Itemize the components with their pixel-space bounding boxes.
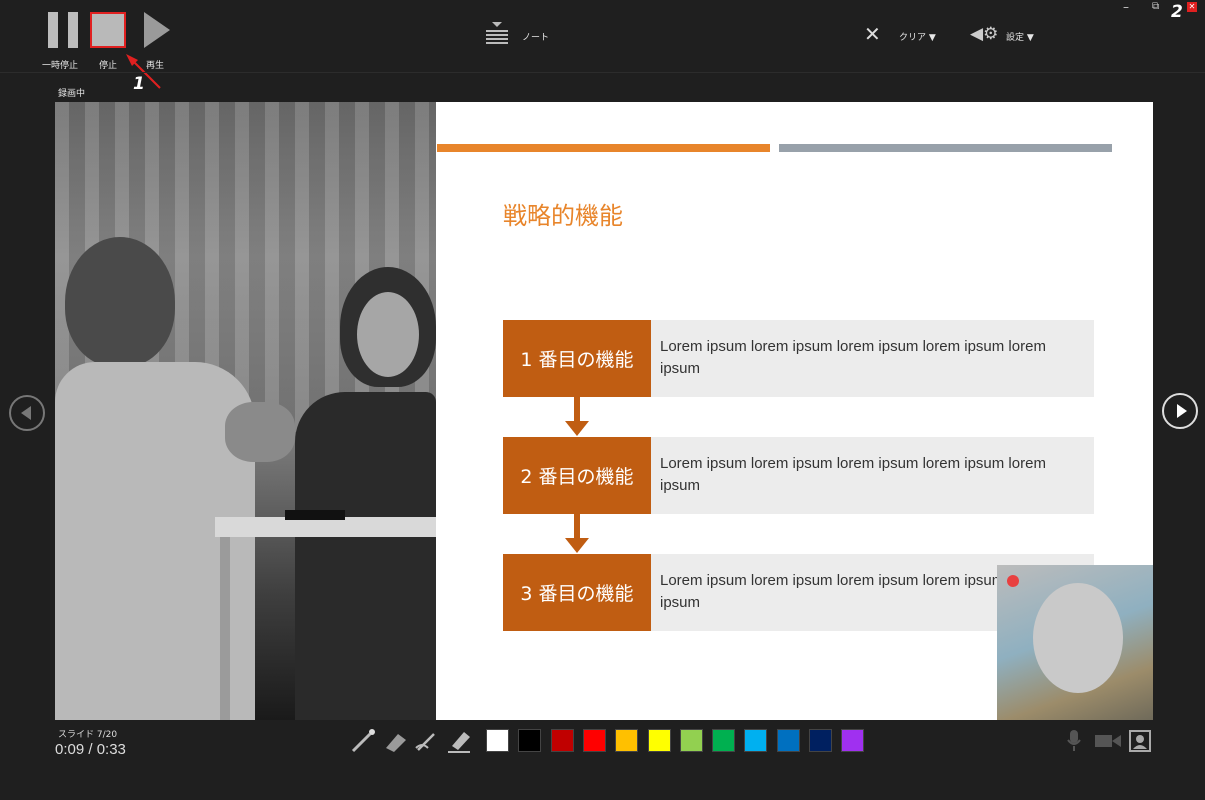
color-swatch[interactable] bbox=[744, 729, 768, 752]
next-slide-button[interactable] bbox=[1162, 393, 1198, 429]
color-swatch[interactable] bbox=[486, 729, 509, 752]
color-swatch[interactable] bbox=[679, 729, 703, 752]
microphone-icon[interactable] bbox=[1066, 730, 1082, 752]
recording-status: 録画中 bbox=[58, 89, 86, 99]
feature-description: Lorem ipsum lorem ipsum lorem ipsum lore… bbox=[651, 320, 1094, 397]
restore-button[interactable]: ⧉ bbox=[1152, 1, 1159, 12]
elapsed-time: 0:09 / 0:33 bbox=[55, 741, 126, 758]
settings-icon[interactable]: ◀⚙ bbox=[970, 24, 998, 44]
gray-bar bbox=[779, 144, 1112, 152]
callout-2: 2 bbox=[1171, 2, 1183, 22]
slide-counter: スライド 7/20 bbox=[58, 730, 118, 740]
flow-arrow bbox=[574, 514, 580, 538]
eraser-icon[interactable] bbox=[382, 728, 408, 754]
feature-description: Lorem ipsum lorem ipsum lorem ipsum lore… bbox=[651, 437, 1094, 514]
pen-icon[interactable] bbox=[414, 728, 440, 754]
color-swatch[interactable] bbox=[615, 729, 639, 752]
pause-button[interactable] bbox=[48, 12, 78, 48]
highlighter-icon[interactable] bbox=[446, 728, 472, 754]
recording-dot-icon bbox=[1007, 575, 1019, 587]
feature-label: 1 番目の機能 bbox=[503, 320, 651, 397]
laser-pointer-icon[interactable] bbox=[350, 728, 376, 754]
avatar bbox=[1033, 583, 1123, 693]
color-swatch[interactable] bbox=[582, 729, 606, 752]
close-button[interactable]: ✕ bbox=[1187, 2, 1197, 12]
color-swatch[interactable] bbox=[712, 729, 736, 752]
minimize-button[interactable]: – bbox=[1123, 0, 1129, 14]
slide-canvas: 戦略的機能 1 番目の機能 Lorem ipsum lorem ipsum lo… bbox=[55, 102, 1153, 720]
pause-label: 一時停止 bbox=[42, 61, 79, 71]
color-swatch[interactable] bbox=[809, 729, 832, 752]
stop-button[interactable] bbox=[90, 12, 126, 48]
notes-button[interactable]: ノート bbox=[522, 30, 549, 43]
clear-icon[interactable]: ✕ bbox=[864, 24, 881, 44]
toolbar-divider bbox=[0, 72, 1205, 73]
feature-row: 2 番目の機能 Lorem ipsum lorem ipsum lorem ip… bbox=[503, 437, 1094, 514]
slide-title: 戦略的機能 bbox=[503, 202, 623, 230]
chevron-right-icon bbox=[1177, 404, 1187, 418]
settings-button[interactable]: 設定 ▼ bbox=[1006, 30, 1034, 43]
flow-arrow-head bbox=[565, 421, 589, 436]
stop-label: 停止 bbox=[99, 61, 118, 71]
chevron-left-icon bbox=[21, 406, 31, 420]
camera-preview[interactable] bbox=[997, 565, 1153, 720]
flow-arrow-head bbox=[565, 538, 589, 553]
camera-icon[interactable] bbox=[1095, 732, 1121, 750]
previous-slide-button[interactable] bbox=[9, 395, 45, 431]
accent-bar bbox=[437, 144, 770, 152]
color-swatch[interactable] bbox=[647, 729, 671, 752]
color-swatch[interactable] bbox=[776, 729, 800, 752]
color-swatch[interactable] bbox=[841, 729, 865, 752]
color-swatch[interactable] bbox=[550, 729, 574, 752]
clear-button[interactable]: クリア ▼ bbox=[899, 30, 936, 43]
feature-label: 2 番目の機能 bbox=[503, 437, 651, 514]
play-button[interactable] bbox=[144, 12, 170, 48]
camera-preview-icon[interactable] bbox=[1129, 730, 1151, 752]
color-swatch[interactable] bbox=[518, 729, 542, 752]
slide-photo bbox=[55, 102, 436, 720]
feature-label: 3 番目の機能 bbox=[503, 554, 651, 631]
feature-row: 1 番目の機能 Lorem ipsum lorem ipsum lorem ip… bbox=[503, 320, 1094, 397]
callout-arrow bbox=[126, 54, 161, 89]
notes-icon[interactable] bbox=[486, 22, 508, 46]
flow-arrow bbox=[574, 397, 580, 421]
